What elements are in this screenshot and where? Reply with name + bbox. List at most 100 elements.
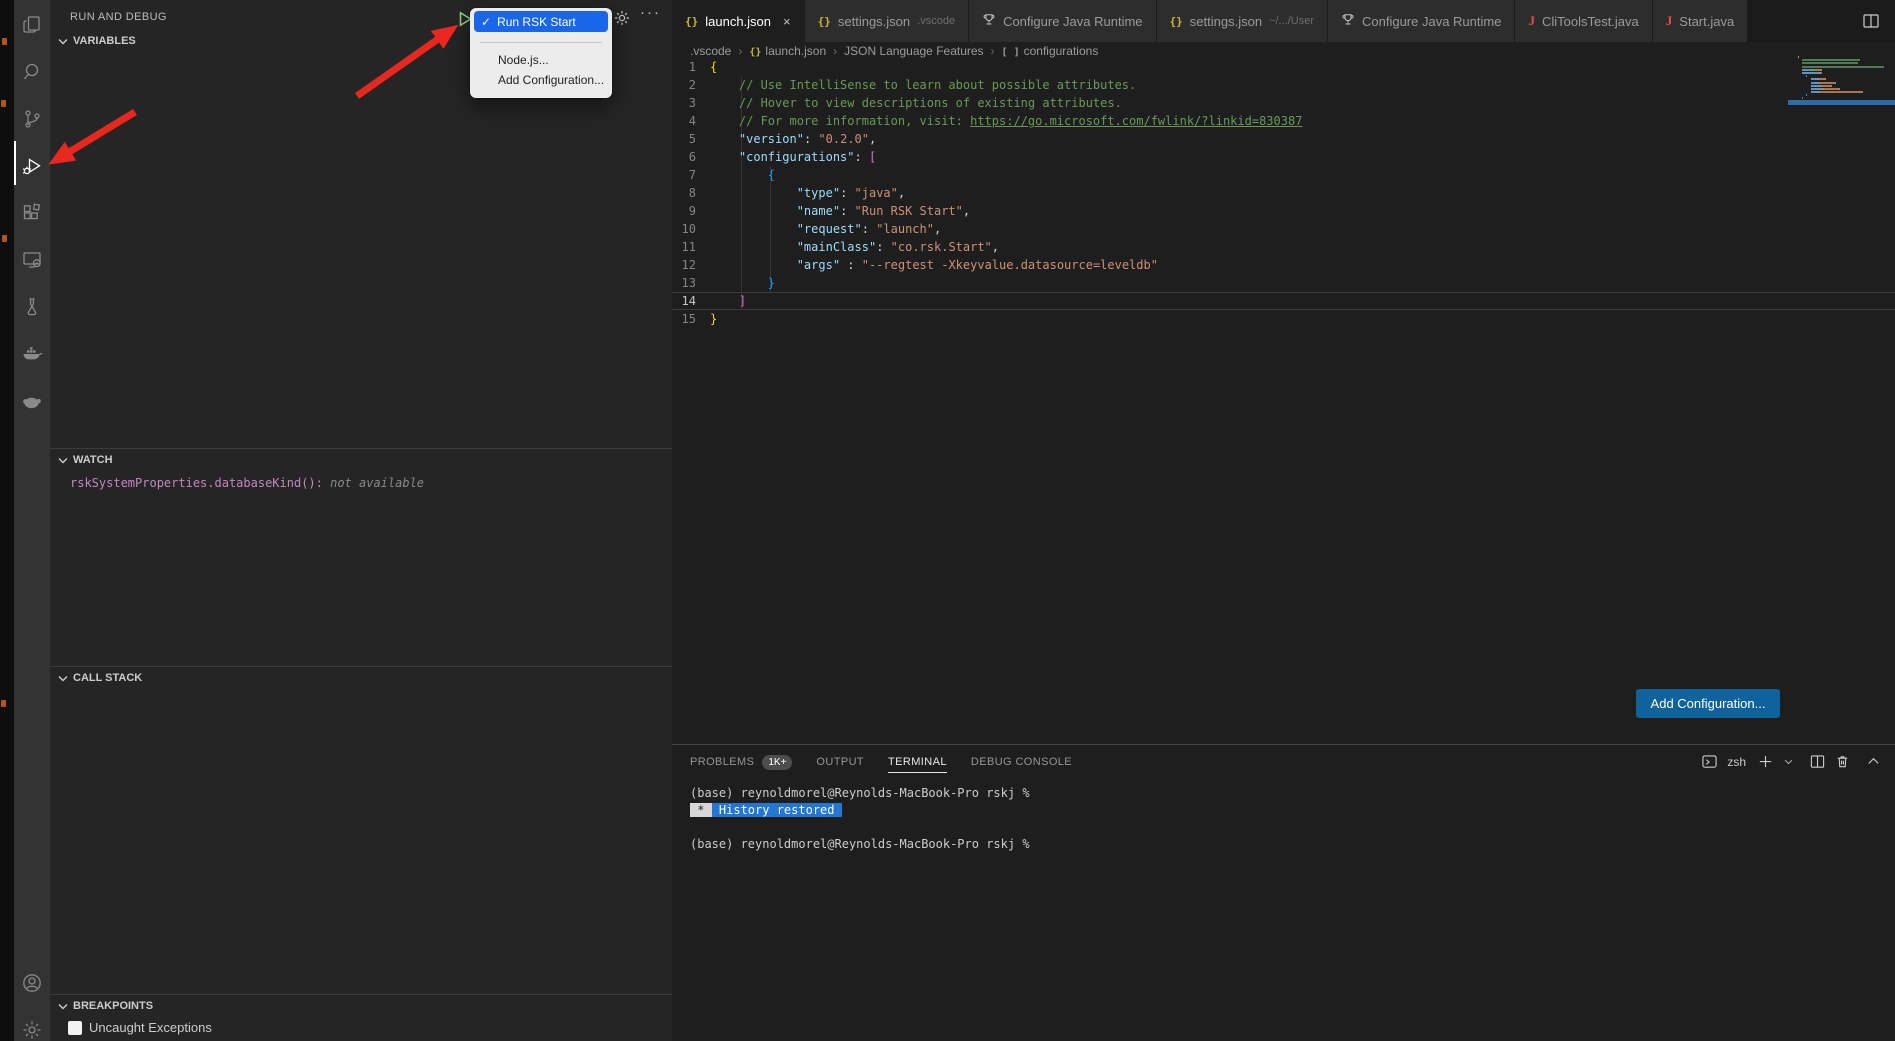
code-token: { [710, 58, 717, 76]
terminal-info-segment: History restored [712, 803, 842, 817]
section-label: WATCH [73, 454, 113, 466]
split-terminal-icon[interactable] [1810, 754, 1825, 769]
activity-extensions-icon[interactable] [14, 191, 50, 235]
panel-tab-terminal[interactable]: TERMINAL [888, 745, 947, 779]
line-number: 12 [672, 256, 710, 274]
panel-tab-label: OUTPUT [816, 752, 864, 772]
code-token: "request" [797, 220, 862, 238]
code-token: : [855, 148, 869, 166]
activity-testing-icon[interactable] [14, 285, 50, 329]
line-number: 1 [672, 58, 710, 76]
minimap-line [1798, 78, 1890, 80]
panel-tab-label: DEBUG CONSOLE [971, 752, 1072, 772]
activity-explorer-icon[interactable] [14, 3, 50, 47]
new-terminal-icon[interactable] [1758, 754, 1773, 769]
desktop-edge-strip [0, 0, 14, 1041]
tab-settings-json[interactable]: {}settings.json.vscode [805, 0, 969, 42]
tab-configure-java-runtime[interactable]: Configure Java Runtime [1328, 0, 1515, 42]
code-token: , [992, 238, 999, 256]
code-line-9: 9 "name": "Run RSK Start", [672, 202, 1895, 220]
panel-tab-output[interactable]: OUTPUT [816, 745, 864, 779]
tab-configure-java-runtime[interactable]: Configure Java Runtime [969, 0, 1156, 42]
activity-docker-icon[interactable] [14, 332, 50, 376]
desktop-fleck [1, 700, 6, 707]
code-token: "mainClass" [797, 238, 876, 256]
activity-accounts-icon[interactable] [14, 961, 50, 1005]
breadcrumb-item[interactable]: [ ]configurations [1002, 44, 1099, 58]
code-line-3: 3 // Hover to view descriptions of exist… [672, 94, 1895, 112]
line-number: 6 [672, 148, 710, 166]
tab-settings-json[interactable]: {}settings.json~/.../User [1157, 0, 1328, 42]
split-editor-icon[interactable] [1863, 14, 1879, 28]
code-token: { [768, 166, 775, 184]
minimap-line [1798, 94, 1890, 96]
breadcrumb-label: .vscode [690, 44, 731, 58]
code-line-1: 1{ [672, 58, 1895, 76]
activity-source-control-icon[interactable] [14, 97, 50, 141]
breadcrumb-label: JSON Language Features [844, 44, 983, 58]
code-token[interactable]: https://go.microsoft.com/fwlink/?linkid=… [970, 112, 1302, 130]
code-token: "--regtest -Xkeyvalue.datasource=leveldb… [862, 256, 1158, 274]
code-token [710, 274, 768, 292]
activity-run-and-debug-icon[interactable] [14, 144, 50, 188]
section-header-call-stack[interactable]: CALL STACK [50, 667, 672, 689]
tab-launch-json[interactable]: {}launch.json× [672, 0, 805, 42]
code-token [710, 130, 739, 148]
code-token: , [934, 220, 941, 238]
panel-tab-debug-console[interactable]: DEBUG CONSOLE [971, 745, 1072, 779]
code-token [710, 148, 739, 166]
activity-settings-icon[interactable] [14, 1008, 50, 1041]
run-and-debug-sidebar: RUN AND DEBUG ··· VARIABLESWATCHrskSyste… [50, 0, 672, 1041]
watch-expression-row[interactable]: rskSystemProperties.databaseKind(): not … [50, 476, 672, 490]
code-token [710, 202, 797, 220]
terminal-line: * History restored [690, 802, 1030, 819]
minimap-line [1798, 88, 1890, 90]
code-token: "launch" [876, 220, 934, 238]
kill-terminal-trash-icon[interactable] [1835, 754, 1850, 769]
section-label: BREAKPOINTS [73, 1000, 153, 1012]
code-line-7: 7 { [672, 166, 1895, 184]
code-token: // Use IntelliSense to learn about possi… [739, 76, 1136, 94]
menu-item-node-js[interactable]: Node.js... [470, 50, 612, 70]
panel-tab-label: PROBLEMS [690, 752, 754, 772]
add-configuration-button[interactable]: Add Configuration... [1636, 689, 1780, 718]
code-token: // Hover to view descriptions of existin… [739, 94, 1122, 112]
code-line-15: 15} [672, 310, 1895, 328]
line-number: 15 [672, 310, 710, 328]
code-token [710, 166, 768, 184]
editor-actions [1863, 0, 1895, 42]
maximize-panel-chevron-icon[interactable] [1866, 754, 1881, 769]
debug-settings-gear-icon[interactable] [613, 9, 631, 27]
minimap-line [1798, 66, 1890, 68]
breadcrumb-item[interactable]: .vscode [690, 44, 731, 58]
activity-remote-explorer-icon[interactable] [14, 238, 50, 282]
uncaught-exceptions-checkbox[interactable] [68, 1021, 82, 1035]
views-more-actions-icon[interactable]: ··· [640, 4, 661, 21]
tab-clitoolstest-java[interactable]: JCliToolsTest.java [1515, 0, 1652, 42]
breadcrumb-item[interactable]: {}launch.json [749, 44, 826, 58]
code-editor[interactable]: 1{2 // Use IntelliSense to learn about p… [672, 58, 1895, 744]
panel-tab-label: TERMINAL [888, 752, 947, 773]
code-line-4: 4 // For more information, visit: https:… [672, 112, 1895, 130]
shell-label: zsh [1727, 755, 1746, 769]
activity-gradle-icon[interactable] [14, 379, 50, 423]
menu-item-run-rsk-start[interactable]: ✓ Run RSK Start [474, 11, 608, 32]
terminal-output[interactable]: (base) reynoldmorel@Reynolds-MacBook-Pro… [690, 785, 1030, 853]
code-line-8: 8 "type": "java", [672, 184, 1895, 202]
breadcrumb-item[interactable]: JSON Language Features [844, 44, 983, 58]
section-header-breakpoints[interactable]: BREAKPOINTS [50, 995, 672, 1017]
menu-item-add-configuration[interactable]: Add Configuration... [470, 70, 612, 90]
panel-tab-problems[interactable]: PROBLEMS1K+ [690, 745, 792, 779]
code-line-5: 5 "version": "0.2.0", [672, 130, 1895, 148]
tab-start-java[interactable]: JStart.java [1653, 0, 1748, 42]
code-token: // For more information, visit: [739, 112, 970, 130]
section-header-watch[interactable]: WATCH [50, 449, 672, 471]
terminal-profiles-chevron-icon[interactable] [1783, 754, 1794, 769]
java-runtime-cup-icon [1341, 13, 1355, 30]
activity-search-icon[interactable] [14, 50, 50, 94]
code-token [710, 94, 739, 112]
close-tab-icon[interactable]: × [783, 14, 791, 29]
tab-label: settings.json [1190, 14, 1262, 29]
minimap[interactable] [1798, 56, 1890, 104]
code-token: , [869, 130, 876, 148]
